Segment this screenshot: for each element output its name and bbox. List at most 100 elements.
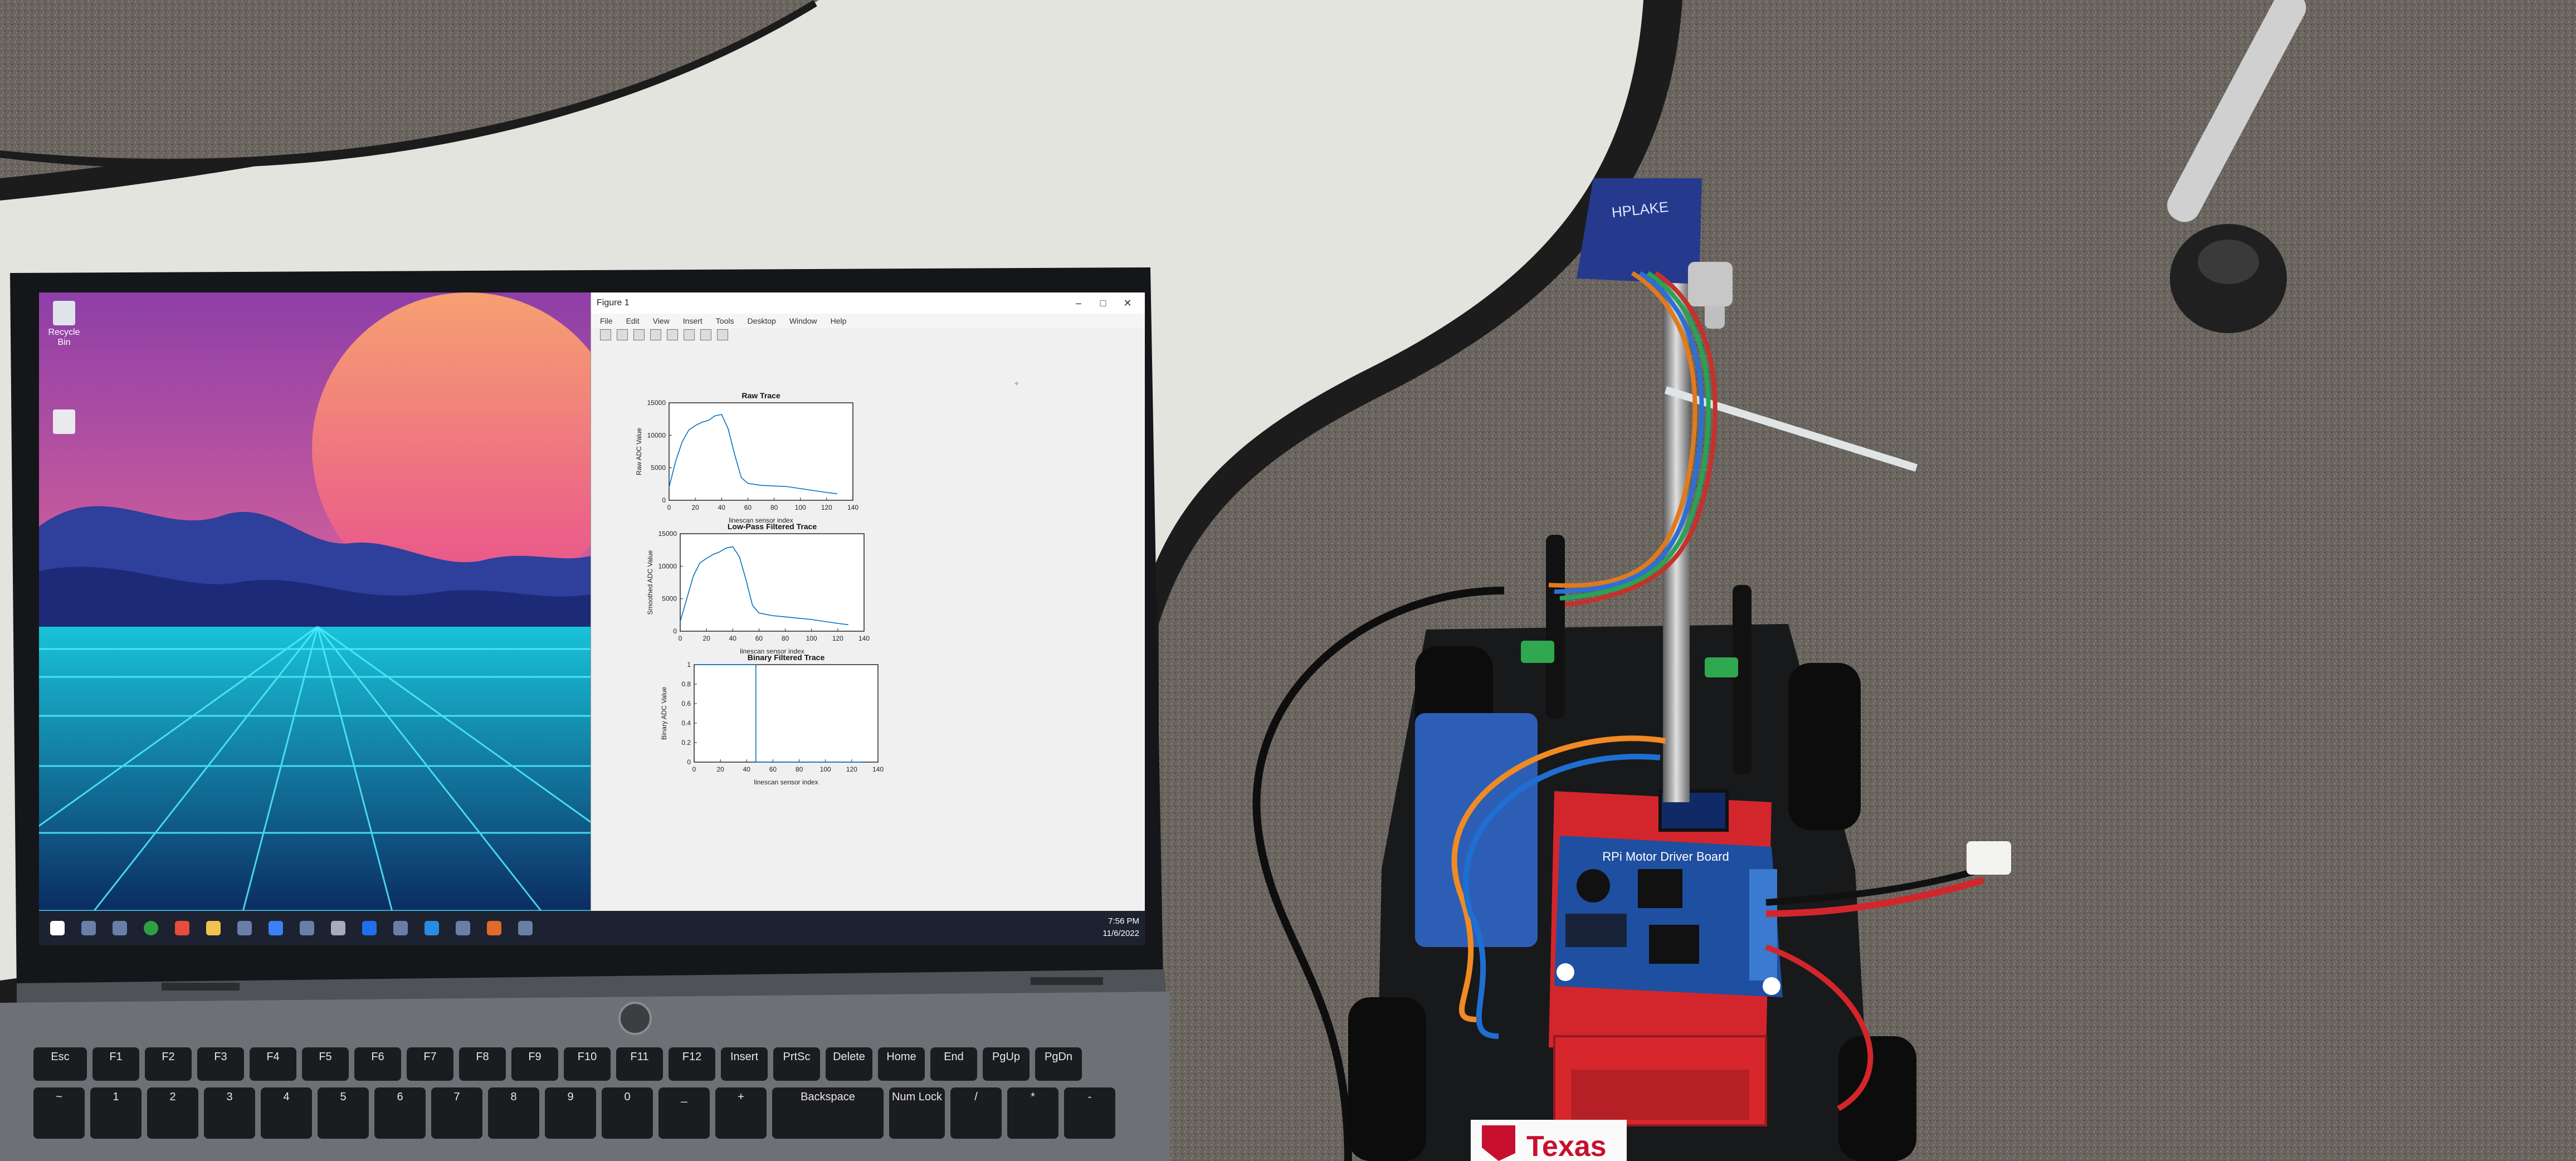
key-f6[interactable]: F6 (354, 1047, 401, 1081)
key-numlock[interactable]: Num Lock (889, 1087, 945, 1139)
key-backspace[interactable]: Backspace (772, 1087, 884, 1139)
key-2[interactable]: 2 (147, 1087, 198, 1139)
y-tick-label: 0.2 (681, 739, 691, 747)
key-9[interactable]: 9 (545, 1087, 596, 1139)
key-f3[interactable]: F3 (197, 1047, 244, 1081)
key-f1[interactable]: F1 (92, 1047, 139, 1081)
key-f8[interactable]: F8 (459, 1047, 506, 1081)
menu-edit[interactable]: Edit (626, 316, 640, 325)
key-[interactable]: ~ (33, 1087, 85, 1139)
key-f9[interactable]: F9 (511, 1047, 558, 1081)
matlab-icon[interactable] (487, 921, 501, 935)
key-f10[interactable]: F10 (564, 1047, 611, 1081)
vscode-icon[interactable] (425, 921, 439, 935)
insert-colorbar-icon[interactable] (684, 329, 695, 340)
key-7[interactable]: 7 (431, 1087, 482, 1139)
key-label: + (738, 1091, 744, 1103)
app-icon[interactable] (456, 921, 470, 935)
key-6[interactable]: 6 (374, 1087, 426, 1139)
app-icon[interactable] (393, 921, 408, 935)
plot-y-axis-label: Binary ADC Value (660, 687, 668, 740)
x-tick-label: 0 (667, 504, 671, 511)
key-[interactable]: - (1064, 1087, 1115, 1139)
menu-view[interactable]: View (653, 316, 670, 325)
save-icon[interactable] (633, 329, 645, 340)
key-pgup[interactable]: PgUp (983, 1047, 1030, 1081)
close-button[interactable]: ✕ (1115, 297, 1140, 309)
menu-file[interactable]: File (600, 316, 613, 325)
key-label: F11 (630, 1051, 649, 1063)
menu-tools[interactable]: Tools (716, 316, 734, 325)
key-f11[interactable]: F11 (616, 1047, 663, 1081)
key-label: Home (886, 1051, 916, 1063)
new-figure-icon[interactable] (600, 329, 611, 340)
key-f4[interactable]: F4 (250, 1047, 296, 1081)
chrome-icon[interactable] (144, 921, 158, 935)
windows-start-icon[interactable] (50, 921, 65, 935)
app-icon[interactable] (237, 921, 252, 935)
open-icon[interactable] (617, 329, 628, 340)
app-icon[interactable] (518, 921, 533, 935)
x-tick-label: 140 (847, 504, 858, 511)
key-label: F3 (214, 1051, 227, 1063)
key-0[interactable]: 0 (602, 1087, 653, 1139)
plot-title: Low-Pass Filtered Trace (728, 522, 817, 531)
key-[interactable]: + (715, 1087, 767, 1139)
menu-insert[interactable]: Insert (683, 316, 702, 325)
key-8[interactable]: 8 (488, 1087, 539, 1139)
x-tick-label: 40 (729, 635, 737, 642)
search-icon[interactable] (81, 921, 96, 935)
plot-tools-icon[interactable] (717, 329, 728, 340)
desktop-icon-folder[interactable] (45, 409, 84, 436)
key-f7[interactable]: F7 (407, 1047, 453, 1081)
key-home[interactable]: Home (878, 1047, 925, 1081)
key-[interactable]: _ (658, 1087, 710, 1139)
key-[interactable]: * (1007, 1087, 1058, 1139)
minimize-button[interactable]: – (1066, 297, 1091, 309)
key-5[interactable]: 5 (318, 1087, 369, 1139)
menu-help[interactable]: Help (831, 316, 847, 325)
x-tick-label: 140 (858, 635, 870, 642)
key-f5[interactable]: F5 (302, 1047, 349, 1081)
x-tick-label: 40 (718, 504, 726, 511)
key-label: 5 (340, 1091, 347, 1103)
key-delete[interactable]: Delete (826, 1047, 872, 1081)
key-label: F2 (162, 1051, 175, 1063)
key-label: Backspace (801, 1091, 855, 1103)
maximize-button[interactable]: □ (1091, 297, 1115, 309)
key-[interactable]: / (950, 1087, 1002, 1139)
key-f2[interactable]: F2 (145, 1047, 192, 1081)
taskbar-clock[interactable]: 7:56 PM 11/6/2022 (1102, 915, 1139, 940)
key-prtsc[interactable]: PrtSc (773, 1047, 820, 1081)
key-label: 7 (453, 1091, 460, 1103)
print-icon[interactable] (650, 329, 661, 340)
plot-title: Raw Trace (741, 391, 780, 400)
key-4[interactable]: 4 (261, 1087, 312, 1139)
x-tick-label: 120 (832, 635, 843, 642)
insert-legend-icon[interactable] (700, 329, 711, 340)
settings-icon[interactable] (331, 921, 345, 935)
x-tick-label: 140 (872, 765, 884, 773)
desktop-icon-recycle-bin[interactable]: Recycle Bin (45, 301, 84, 348)
key-1[interactable]: 1 (90, 1087, 142, 1139)
browser-icon[interactable] (175, 921, 189, 935)
app-icon[interactable] (300, 921, 314, 935)
menu-window[interactable]: Window (789, 316, 817, 325)
key-end[interactable]: End (930, 1047, 977, 1081)
app-icon[interactable] (362, 921, 377, 935)
key-pgdn[interactable]: PgDn (1035, 1047, 1082, 1081)
folder-icon (53, 409, 75, 434)
figure-toolbar (591, 328, 1145, 342)
key-f12[interactable]: F12 (669, 1047, 715, 1081)
key-insert[interactable]: Insert (721, 1047, 768, 1081)
key-label: Esc (51, 1051, 70, 1063)
link-icon[interactable] (667, 329, 678, 340)
task-view-icon[interactable] (113, 921, 127, 935)
key-esc[interactable]: Esc (33, 1047, 87, 1081)
menu-desktop[interactable]: Desktop (747, 316, 775, 325)
app-icon[interactable] (269, 921, 283, 935)
key-label: 3 (226, 1091, 233, 1103)
x-tick-label: 20 (691, 504, 699, 511)
file-explorer-icon[interactable] (206, 921, 221, 935)
key-3[interactable]: 3 (204, 1087, 255, 1139)
